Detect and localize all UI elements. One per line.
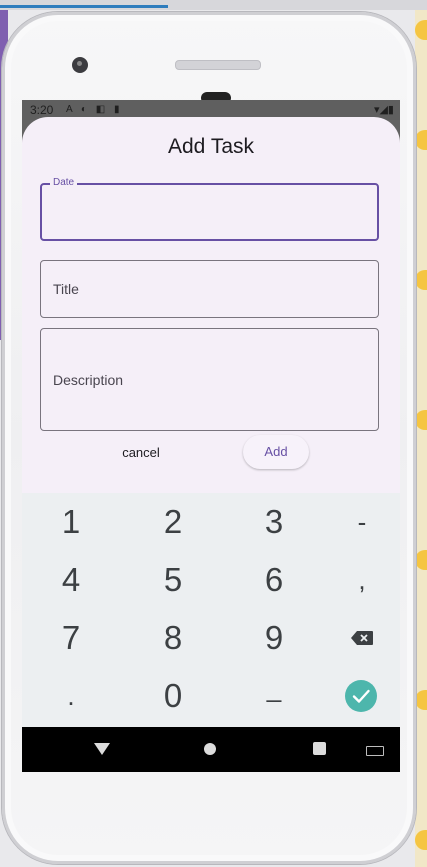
emoji-icon <box>415 550 427 570</box>
key-0[interactable]: 0 <box>126 667 220 725</box>
title-field[interactable]: Title <box>40 260 379 318</box>
front-camera <box>72 57 88 73</box>
key-period[interactable]: . <box>24 667 118 725</box>
emoji-icon <box>415 690 427 710</box>
background-window-bar <box>0 0 427 10</box>
backspace-key[interactable] <box>315 609 400 667</box>
dialog-title: Add Task <box>168 135 254 158</box>
key-3[interactable]: 3 <box>227 493 321 551</box>
key-6[interactable]: 6 <box>227 551 321 609</box>
key-space[interactable]: _ <box>227 659 321 717</box>
backspace-icon <box>351 631 373 645</box>
emoji-icon <box>415 130 427 150</box>
progress-indicator <box>0 5 168 8</box>
date-field-label: Date <box>50 177 78 188</box>
title-field-label: Title <box>53 281 79 297</box>
emoji-icon <box>415 830 427 850</box>
emoji-icon <box>415 410 427 430</box>
notification-icons: A ◐ ◧ ▮ <box>66 104 123 115</box>
navigation-bar <box>22 727 400 772</box>
key-7[interactable]: 7 <box>24 609 118 667</box>
background-emoji-strip <box>415 10 427 867</box>
description-field[interactable]: Description <box>40 328 379 431</box>
description-field-label: Description <box>53 372 124 388</box>
date-field[interactable]: Date <box>40 177 379 241</box>
done-key[interactable] <box>315 667 400 725</box>
back-icon[interactable] <box>94 743 110 755</box>
earpiece-speaker <box>175 60 261 70</box>
emoji-icon <box>415 20 427 40</box>
cancel-button[interactable]: cancel <box>112 442 170 464</box>
add-button[interactable]: Add <box>243 435 309 469</box>
emoji-icon <box>415 270 427 290</box>
key-1[interactable]: 1 <box>24 493 118 551</box>
home-icon[interactable] <box>204 743 216 755</box>
device-screen: 3:20 A ◐ ◧ ▮ ▾◢▮ Add Task Date Title Des… <box>22 100 400 772</box>
key-comma[interactable]: , <box>315 551 400 609</box>
add-task-dialog: Add Task Date Title Description cancel A… <box>22 117 400 493</box>
check-icon <box>345 680 377 712</box>
key-minus[interactable]: - <box>315 493 400 551</box>
signal-battery-icons: ▾◢▮ <box>373 104 394 116</box>
keyboard-icon[interactable] <box>366 746 384 756</box>
numeric-keypad: 1 2 3 - 4 5 6 , 7 8 9 . 0 _ <box>22 493 400 727</box>
key-4[interactable]: 4 <box>24 551 118 609</box>
status-time: 3:20 <box>30 103 54 117</box>
recents-icon[interactable] <box>313 742 326 755</box>
key-2[interactable]: 2 <box>126 493 220 551</box>
key-8[interactable]: 8 <box>126 609 220 667</box>
key-5[interactable]: 5 <box>126 551 220 609</box>
